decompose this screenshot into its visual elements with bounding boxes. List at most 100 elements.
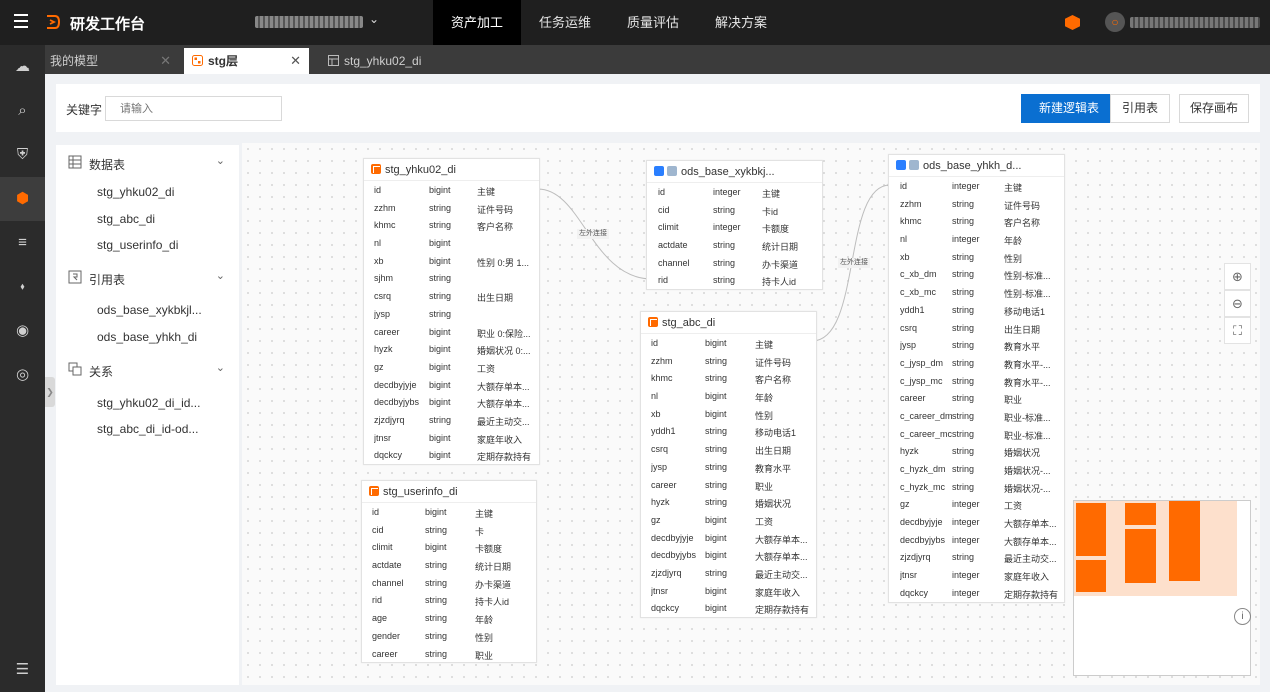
tree-item[interactable]: stg_abc_di_id-od...: [97, 422, 198, 436]
field-row[interactable]: jtnsr integer 家庭年收入: [889, 566, 1064, 584]
field-row[interactable]: id integer 主键: [647, 183, 822, 201]
field-row[interactable]: zzhm string 证件号码: [364, 199, 539, 217]
fit-view-icon[interactable]: ⛶: [1224, 317, 1251, 344]
field-row[interactable]: c_jysp_mc string 教育水平-...: [889, 372, 1064, 390]
search-db-icon[interactable]: ⌕: [0, 89, 45, 133]
field-row[interactable]: jysp string 教育水平: [641, 458, 816, 476]
field-row[interactable]: gz bigint 工资: [364, 358, 539, 376]
field-row[interactable]: c_career_dm string 职业-标准...: [889, 407, 1064, 425]
nav-task-ops[interactable]: 任务运维: [521, 0, 609, 45]
table-card-title[interactable]: stg_abc_di: [641, 312, 816, 334]
table-card-title[interactable]: stg_userinfo_di: [362, 481, 536, 503]
field-row[interactable]: decdbyjybs bigint 大额存单本...: [641, 546, 816, 564]
cube-icon[interactable]: ⬢: [0, 177, 45, 221]
field-row[interactable]: xb string 性别: [889, 248, 1064, 266]
field-row[interactable]: jysp string 教育水平: [889, 336, 1064, 354]
field-row[interactable]: dqckcy integer 定期存款持有: [889, 584, 1064, 602]
field-row[interactable]: khmc string 客户名称: [889, 212, 1064, 230]
menu-icon[interactable]: [14, 14, 28, 28]
field-row[interactable]: hyzk string 婚姻状况: [889, 442, 1064, 460]
cloud-icon[interactable]: ☁: [0, 45, 45, 89]
field-row[interactable]: c_hyzk_mc string 婚姻状况-...: [889, 478, 1064, 496]
table-card-title[interactable]: ods_base_yhkh_d...: [889, 155, 1064, 177]
nav-solutions[interactable]: 解决方案: [697, 0, 785, 45]
field-row[interactable]: zjzdjyrq string 最近主动交...: [364, 411, 539, 429]
field-row[interactable]: xb bigint 性别: [641, 405, 816, 423]
tree-item[interactable]: stg_userinfo_di: [97, 238, 178, 252]
database-icon[interactable]: ≡: [0, 221, 45, 265]
globe-icon[interactable]: ◎: [0, 353, 45, 397]
field-row[interactable]: career string 职业: [641, 476, 816, 494]
field-row[interactable]: zzhm string 证件号码: [889, 195, 1064, 213]
field-row[interactable]: decdbyjyje integer 大额存单本...: [889, 513, 1064, 531]
tab-stg-yhku02-di[interactable]: stg_yhku02_di: [314, 48, 446, 74]
close-icon[interactable]: ✕: [160, 48, 171, 74]
tree-item[interactable]: stg_yhku02_di: [97, 185, 174, 199]
field-row[interactable]: c_jysp_dm string 教育水平-...: [889, 354, 1064, 372]
field-row[interactable]: xb bigint 性别 0:男 1...: [364, 252, 539, 270]
field-row[interactable]: gender string 性别: [362, 627, 536, 645]
field-row[interactable]: climit integer 卡额度: [647, 218, 822, 236]
username[interactable]: [1130, 17, 1260, 28]
zoom-in-icon[interactable]: ⊕: [1224, 263, 1251, 290]
tree-item[interactable]: stg_abc_di: [97, 212, 155, 226]
chevron-down-icon[interactable]: ⌄: [216, 361, 225, 374]
field-row[interactable]: cid string 卡id: [647, 201, 822, 219]
field-row[interactable]: decdbyjyje bigint 大额存单本...: [641, 529, 816, 547]
field-row[interactable]: climit bigint 卡额度: [362, 538, 536, 556]
field-row[interactable]: jtnsr bigint 家庭年收入: [641, 582, 816, 600]
field-row[interactable]: gz bigint 工资: [641, 511, 816, 529]
table-card-stg-userinfo-di[interactable]: stg_userinfo_di id bigint 主键 cid string 卡 clim…: [361, 480, 537, 664]
field-row[interactable]: actdate string 统计日期: [647, 236, 822, 254]
field-row[interactable]: hyzk string 婚姻状况: [641, 493, 816, 511]
chevron-down-icon[interactable]: ⌄: [369, 12, 379, 26]
shield-icon[interactable]: ⛨: [0, 133, 45, 177]
table-card-ods-base-xykbkj[interactable]: ods_base_xykbkj... id integer 主键 cid string 卡…: [646, 160, 823, 291]
field-row[interactable]: zzhm string 证件号码: [641, 352, 816, 370]
workspace-selector[interactable]: [255, 16, 363, 28]
group-ref-tables[interactable]: 引用表 ⌄: [56, 268, 239, 288]
field-row[interactable]: gz integer 工资: [889, 495, 1064, 513]
list-menu-icon[interactable]: ☰: [0, 655, 45, 685]
field-row[interactable]: cid string 卡: [362, 521, 536, 539]
field-row[interactable]: career bigint 职业 0:保险...: [364, 323, 539, 341]
field-row[interactable]: id bigint 主键: [641, 334, 816, 352]
tab-my-models[interactable]: 我的模型 ✕: [45, 48, 179, 74]
field-row[interactable]: id bigint 主键: [364, 181, 539, 199]
field-row[interactable]: id bigint 主键: [362, 503, 536, 521]
field-row[interactable]: csrq string 出生日期: [364, 287, 539, 305]
field-row[interactable]: dqckcy bigint 定期存款持有: [364, 446, 539, 464]
tree-item[interactable]: ods_base_xykbkjl...: [97, 303, 202, 317]
field-row[interactable]: nl integer 年龄: [889, 230, 1064, 248]
field-row[interactable]: jysp string: [364, 305, 539, 323]
table-card-stg-yhku02-di[interactable]: stg_yhku02_di id bigint 主键 zzhm string 证件号码 kh…: [363, 158, 540, 465]
field-row[interactable]: yddh1 string 移动电话1: [641, 422, 816, 440]
field-row[interactable]: csrq string 出生日期: [889, 319, 1064, 337]
api-icon[interactable]: ◉: [0, 309, 45, 353]
info-icon[interactable]: i: [1234, 608, 1251, 625]
tree-item[interactable]: stg_yhku02_di_id...: [97, 396, 200, 410]
field-row[interactable]: rid string 持卡人id: [362, 591, 536, 609]
tree-item[interactable]: ods_base_yhkh_di: [97, 330, 197, 344]
nav-asset-processing[interactable]: 资产加工: [433, 0, 522, 45]
field-row[interactable]: c_xb_mc string 性别-标准...: [889, 283, 1064, 301]
field-row[interactable]: zjzdjyrq string 最近主动交...: [889, 548, 1064, 566]
tag-icon[interactable]: ⬪: [0, 265, 45, 309]
field-row[interactable]: hyzk bigint 婚姻状况 0:...: [364, 340, 539, 358]
minimap[interactable]: [1073, 500, 1251, 676]
group-relations[interactable]: 关系 ⌄: [56, 360, 239, 380]
new-logic-table-button[interactable]: 新建逻辑表: [1021, 94, 1117, 123]
chevron-down-icon[interactable]: ⌄: [216, 269, 225, 282]
field-row[interactable]: channel string 办卡渠道: [362, 574, 536, 592]
field-row[interactable]: dqckcy bigint 定期存款持有: [641, 599, 816, 617]
field-row[interactable]: c_hyzk_dm string 婚姻状况-...: [889, 460, 1064, 478]
keyword-input[interactable]: [105, 96, 282, 121]
model-canvas[interactable]: 左外连接 左外连接 stg_yhku02_di id bigint 主键 zzhm st…: [242, 143, 1260, 685]
field-row[interactable]: c_career_mc string 职业-标准...: [889, 425, 1064, 443]
user-avatar-icon[interactable]: ○: [1105, 12, 1125, 32]
field-row[interactable]: career string 职业: [889, 389, 1064, 407]
field-row[interactable]: age string 年龄: [362, 609, 536, 627]
collapse-panel-icon[interactable]: ❯: [45, 377, 55, 407]
field-row[interactable]: id integer 主键: [889, 177, 1064, 195]
zoom-out-icon[interactable]: ⊖: [1224, 290, 1251, 317]
